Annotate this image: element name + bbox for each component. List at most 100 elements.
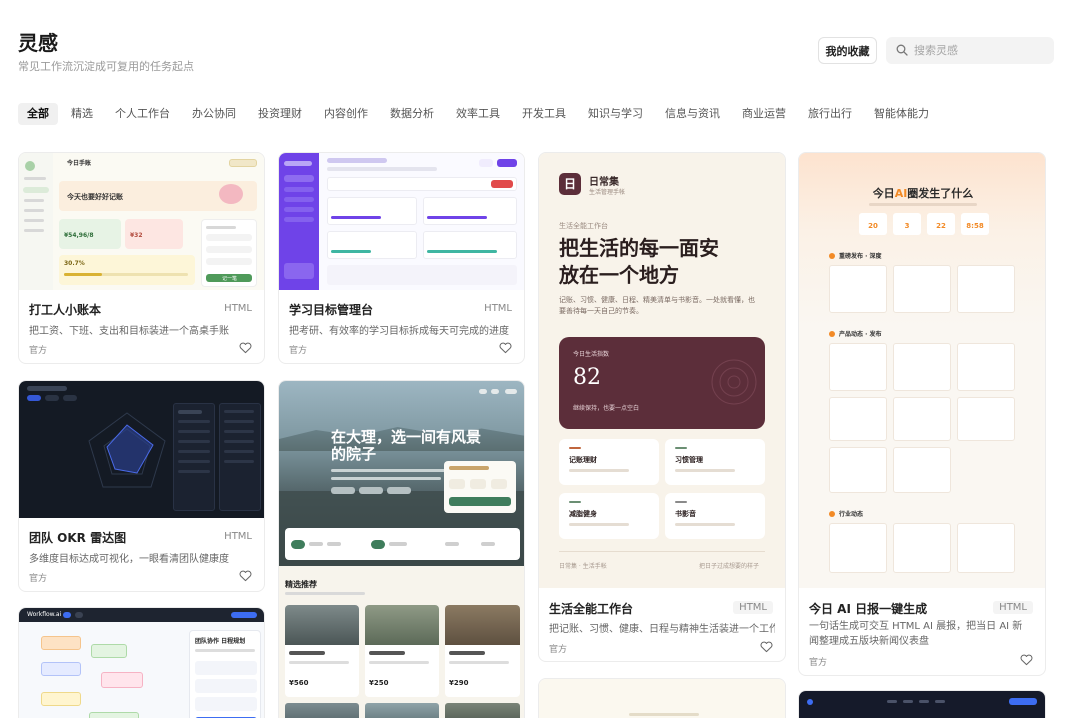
thumb-section-title: 精选推荐 [285,580,317,589]
card-life[interactable]: 日 日常集 生活管理手帐 生活全能工作台 把生活的每一面安放在一个地方 记账、习… [538,152,786,662]
page-header: 灵感 常见工作流沉淀成可复用的任务起点 我的收藏 [0,0,1080,90]
card-title: 学习目标管理台 [289,303,374,317]
thumb-stat: 3 [893,213,921,235]
card-author: 官方 [549,645,568,655]
tab-learning[interactable]: 知识与学习 [579,103,652,125]
card-description: 把工资、下班、支出和目标装进一个高桌手账 [29,326,229,337]
my-favorites-button[interactable]: 我的收藏 [818,37,877,64]
thumb-paragraph: 记账、习惯、健康、日程、精美清单与书影音。一处就看懂，也要善待每一天自己的节奏。 [559,296,755,315]
tab-news[interactable]: 信息与资讯 [656,103,729,125]
tab-dev[interactable]: 开发工具 [513,103,575,125]
radar-chart [88,412,166,488]
card-study[interactable]: 学习目标管理台 HTML 把考研、有效率的学习目标拆成每天可完成的进度 官方 [278,152,525,364]
card-ai-daily[interactable]: 今日AI圈发生了什么 20 3 22 8:58 重磅发布 · 深度 产品动态 ·… [798,152,1046,676]
thumb-footer-left: 日常集 · 生活手帐 [559,563,607,570]
card-thumbnail [19,381,264,518]
search-input[interactable] [914,44,1054,57]
thumb-kicker: 生活全能工作台 [559,222,608,230]
tab-content[interactable]: 内容创作 [315,103,377,125]
card-author: 官方 [29,574,48,584]
card-partial-dark[interactable] [798,690,1046,718]
card-description: 一句话生成可交互 HTML AI 晨报，把当日 AI 新闻整理成五版块新闻仪表盘 [809,621,1023,647]
format-badge: HTML [993,601,1033,614]
search-box[interactable] [886,37,1054,64]
thumb-sidebar [279,153,319,290]
thumb-headline: 今日AI圈发生了什么 [872,187,974,200]
card-thumbnail [539,679,785,718]
listing-card: ¥560 [285,605,359,697]
tab-all[interactable]: 全部 [18,103,58,125]
search-icon [896,41,908,60]
thumb-booking-widget [444,461,516,513]
thumb-tile: 书影音 [665,493,765,539]
tab-featured[interactable]: 精选 [62,103,102,125]
card-workflow[interactable]: Workflow.ai 团队协作 日程规划 [18,607,265,718]
tab-office[interactable]: 办公协同 [183,103,245,125]
heart-icon[interactable] [1020,654,1033,666]
thumb-tile: 习惯管理 [665,439,765,485]
thumb-side-panel: 团队协作 日程规划 [189,630,261,718]
format-badge: HTML [733,601,773,614]
thumb-progress: 30.7% [59,255,195,285]
card-title: 团队 OKR 雷达图 [29,531,127,545]
thumb-logo: 日 [559,173,581,195]
card-dali[interactable]: 在大理，选一间有风景的院子 精选推荐 ¥560 ¥250 ¥290 [278,380,525,718]
thumb-section: 重磅发布 · 深度 [839,253,882,260]
card-title: 今日 AI 日报一键生成 [809,602,928,616]
card-thumbnail: 今日手账 今天也要好好记账 ¥54,96/8 ¥32 记一笔 30.7% [19,153,264,290]
format-badge: HTML [224,531,252,542]
card-author: 官方 [289,346,308,356]
thumb-section: 产品动态 · 发布 [839,331,882,338]
card-ledger[interactable]: 今日手账 今天也要好好记账 ¥54,96/8 ¥32 记一笔 30.7% 打工人… [18,152,265,364]
thumb-sidebar [19,153,53,290]
card-thumbnail: 今日AI圈发生了什么 20 3 22 8:58 重磅发布 · 深度 产品动态 ·… [799,153,1045,588]
thumb-metrics-panel [173,403,215,511]
card-thumbnail [279,153,524,290]
thumb-tile: 减脂健身 [559,493,659,539]
thumb-form: 记一笔 [201,219,257,287]
card-description: 把考研、有效率的学习目标拆成每天可完成的进度 [289,326,509,337]
card-description: 多维度目标达成可视化，一眼看清团队健康度 [29,554,229,565]
thumb-filter-bar [285,528,520,560]
tab-travel[interactable]: 旅行出行 [799,103,861,125]
thumb-hero: 今天也要好好记账 [59,181,257,211]
card-partial[interactable] [538,678,786,718]
card-thumbnail: 在大理，选一间有风景的院子 精选推荐 ¥560 ¥250 ¥290 [279,381,524,718]
thumb-stat: 22 [927,213,955,235]
thumb-stat-2: ¥32 [125,219,183,249]
tab-data[interactable]: 数据分析 [381,103,443,125]
card-author: 官方 [29,346,48,356]
thumb-hero-title: 在大理，选一间有风景的院子 [331,428,482,463]
tab-business[interactable]: 商业运营 [733,103,795,125]
thumb-topbar: Workflow.ai [19,608,264,622]
tab-personal-workspace[interactable]: 个人工作台 [106,103,179,125]
heart-icon[interactable] [760,641,773,653]
thumb-app-name: 日常集 [589,177,619,188]
card-title: 生活全能工作台 [549,602,634,616]
heart-icon[interactable] [239,342,252,354]
heart-icon[interactable] [499,342,512,354]
card-thumbnail: Workflow.ai 团队协作 日程规划 [19,608,264,718]
listing-card: ¥250 [365,605,439,697]
page-title: 灵感 [18,31,58,55]
format-badge: HTML [484,303,512,314]
category-tabs: 全部 精选 个人工作台 办公协同 投资理财 内容创作 数据分析 效率工具 开发工… [18,102,942,126]
format-badge: HTML [224,303,252,314]
tab-finance[interactable]: 投资理财 [249,103,311,125]
card-author: 官方 [809,658,828,668]
thumb-stat: 8:58 [961,213,989,235]
card-thumbnail: 日 日常集 生活管理手帐 生活全能工作台 把生活的每一面安放在一个地方 记账、习… [539,153,785,588]
tab-agent[interactable]: 智能体能力 [865,103,938,125]
thumb-list-panel [219,403,261,511]
card-thumbnail [799,691,1045,718]
card-okr[interactable]: 团队 OKR 雷达图 HTML 多维度目标达成可视化，一眼看清团队健康度 官方 [18,380,265,592]
thumb-section: 行业动态 [839,511,864,518]
heart-icon[interactable] [239,570,252,582]
thumb-stat-1: ¥54,96/8 [59,219,121,249]
tab-efficiency[interactable]: 效率工具 [447,103,509,125]
card-description: 把记账、习惯、健康、日程与精神生活装进一个工作台 [549,624,775,635]
card-title: 打工人小账本 [29,303,102,317]
thumb-app-subtitle: 生活管理手帐 [589,189,626,196]
thumb-stat: 20 [859,213,887,235]
listing-card: ¥290 [445,605,520,697]
